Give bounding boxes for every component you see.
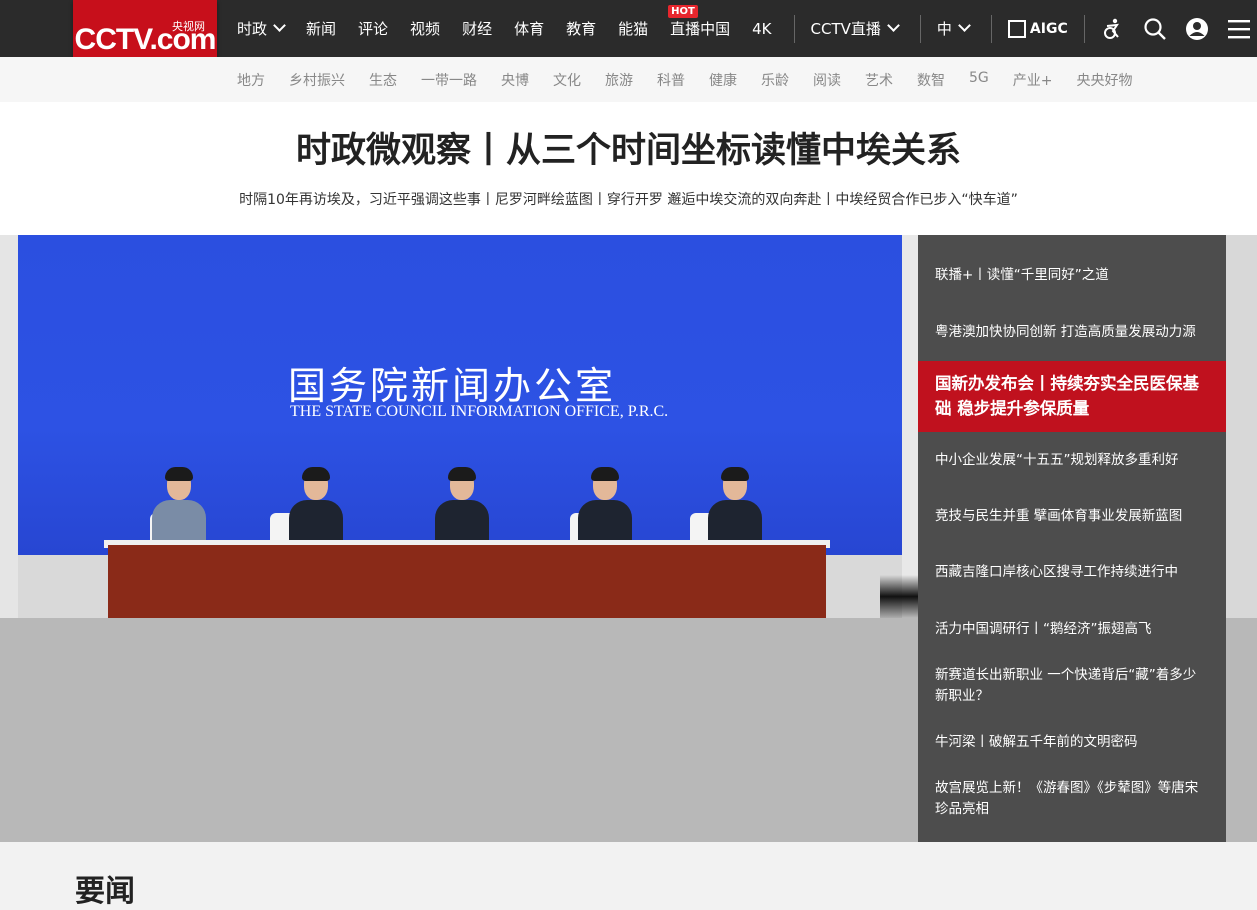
nav-label: 教育	[566, 20, 597, 38]
subnav-item[interactable]: 乡村振兴	[289, 70, 345, 90]
search-icon[interactable]	[1143, 17, 1167, 41]
user-icon[interactable]	[1185, 17, 1209, 41]
nav-item-comment[interactable]: 评论	[358, 18, 388, 39]
news-side-list: 联播+丨读懂“千里同好”之道 粤港澳加快协同创新 打造高质量发展动力源 国新办发…	[918, 235, 1226, 842]
backdrop-subtitle: THE STATE COUNCIL INFORMATION OFFICE, P.…	[290, 403, 669, 420]
nav-item-sports[interactable]: 体育	[514, 18, 544, 39]
nav-item-panda[interactable]: 能猫	[618, 18, 648, 39]
side-news-item[interactable]: 竞技与民生并重 擘画体育事业发展新蓝图	[918, 506, 1226, 527]
nav-label: 体育	[514, 20, 545, 38]
speaker	[152, 467, 206, 545]
nav-label: 直播中国	[670, 20, 731, 38]
speaker	[708, 467, 762, 545]
side-news-item[interactable]: 故宫展览上新！《游春图》《步辇图》等唐宋珍品亮相	[918, 778, 1226, 820]
side-news-item[interactable]: 西藏吉隆口岸核心区搜寻工作持续进行中	[918, 562, 1226, 583]
subnav-item[interactable]: 一带一路	[421, 70, 477, 90]
backdrop-title: 国务院新闻办公室	[288, 364, 617, 408]
nav-item-cctv-live[interactable]: CCTV直播	[810, 18, 900, 39]
side-news-item[interactable]: 活力中国调研行丨“鹅经济”振翅高飞	[918, 619, 1226, 640]
nav-item-politics[interactable]: 时政	[237, 18, 286, 39]
subnav-item[interactable]: 数智	[917, 70, 945, 90]
side-news-item[interactable]: 粤港澳加快协同创新 打造高质量发展动力源	[918, 322, 1226, 343]
logo-subtitle: 央视网	[172, 20, 205, 33]
nav-item-finance[interactable]: 财经	[462, 18, 492, 39]
nav-label: CCTV直播	[810, 20, 881, 38]
photo-edge-right	[1226, 235, 1257, 618]
side-news-item[interactable]: 新赛道长出新职业 一个快递背后“藏”着多少新职业？	[918, 665, 1226, 707]
side-news-item[interactable]: 中小企业发展“十五五”规划释放多重利好	[918, 450, 1226, 471]
hero-photo[interactable]: 国务院新闻办公室 THE STATE COUNCIL INFORMATION O…	[0, 235, 918, 618]
chevron-down-icon	[273, 19, 286, 32]
subnav-item[interactable]: 乐龄	[761, 70, 789, 90]
divider	[990, 14, 992, 43]
subnav-item[interactable]: 产业+	[1013, 70, 1053, 90]
side-news-item[interactable]: 牛河梁丨破解五千年前的文明密码	[918, 732, 1226, 753]
photo-edge	[902, 235, 918, 618]
subnav-item[interactable]: 5G	[969, 70, 989, 90]
headline-area: 时政微观察丨从三个时间坐标读懂中埃关系 时隔10年再访埃及，习近平强调这些事丨尼…	[0, 102, 1257, 235]
headline-related-links[interactable]: 时隔10年再访埃及，习近平强调这些事丨尼罗河畔绘蓝图丨穿行开罗 邂逅中埃交流的双…	[0, 189, 1257, 209]
accessibility-icon[interactable]	[1101, 17, 1125, 41]
main-nav: 时政 新闻 评论 视频 财经 体育 教育 能猫 HOT 直播中国 4K CCTV…	[237, 0, 1257, 57]
nav-item-news[interactable]: 新闻	[306, 18, 336, 39]
hero-section: 国务院新闻办公室 THE STATE COUNCIL INFORMATION O…	[0, 235, 1257, 842]
nav-label: 时政	[237, 20, 268, 38]
subnav-item[interactable]: 阅读	[813, 70, 841, 90]
sub-navigation: 地方 乡村振兴 生态 一带一路 央博 文化 旅游 科普 健康 乐龄 阅读 艺术 数智 5G 产业+ 央央好物	[0, 57, 1257, 102]
aigc-label: AIGC	[1029, 20, 1068, 37]
headline-title[interactable]: 时政微观察丨从三个时间坐标读懂中埃关系	[0, 122, 1257, 173]
language-switch[interactable]: 中	[936, 18, 971, 39]
aigc-link[interactable]: AIGC	[1007, 19, 1068, 38]
nav-item-video[interactable]: 视频	[410, 18, 440, 39]
speaker	[435, 467, 489, 545]
subnav-item[interactable]: 科普	[657, 70, 685, 90]
nav-label: 4K	[752, 19, 772, 38]
chevron-down-icon	[958, 19, 971, 32]
section-title-top-news: 要闻	[75, 874, 135, 909]
nav-label: 新闻	[306, 20, 337, 38]
subnav-item[interactable]: 央央好物	[1077, 70, 1133, 90]
conference-table	[108, 545, 826, 618]
subnav-item[interactable]: 央博	[501, 70, 529, 90]
subnav-item[interactable]: 地方	[237, 70, 265, 90]
nav-label: 视频	[410, 20, 441, 38]
side-news-item-active[interactable]: 国新办发布会丨持续夯实全民医保基础 稳步提升参保质量	[918, 361, 1226, 432]
speaker	[289, 467, 343, 545]
speaker	[578, 467, 632, 545]
hot-badge: HOT	[668, 5, 698, 18]
divider	[919, 14, 921, 43]
subnav-item[interactable]: 文化	[553, 70, 581, 90]
divider	[1083, 14, 1085, 43]
side-news-item[interactable]: 联播+丨读懂“千里同好”之道	[918, 265, 1226, 286]
menu-icon[interactable]	[1227, 17, 1251, 41]
subnav-item[interactable]: 生态	[369, 70, 397, 90]
aigc-icon	[1007, 19, 1026, 38]
divider	[793, 14, 795, 43]
nav-item-education[interactable]: 教育	[566, 18, 596, 39]
language-label: 中	[936, 20, 952, 38]
subnav-item[interactable]: 艺术	[865, 70, 893, 90]
subnav-item[interactable]: 健康	[709, 70, 737, 90]
photo-edge	[0, 235, 18, 618]
nav-item-live-china[interactable]: HOT 直播中国	[668, 5, 731, 39]
top-navigation-bar: 央视网 CCTV.com 时政 新闻 评论 视频 财经 体育 教育 能猫 HOT…	[0, 0, 1257, 70]
chevron-down-icon	[887, 19, 900, 32]
nav-label: 财经	[462, 20, 493, 38]
nav-label: 能猫	[618, 20, 649, 38]
subnav-item[interactable]: 旅游	[605, 70, 633, 90]
nav-item-4k[interactable]: 4K	[752, 20, 771, 38]
nav-label: 评论	[358, 20, 389, 38]
